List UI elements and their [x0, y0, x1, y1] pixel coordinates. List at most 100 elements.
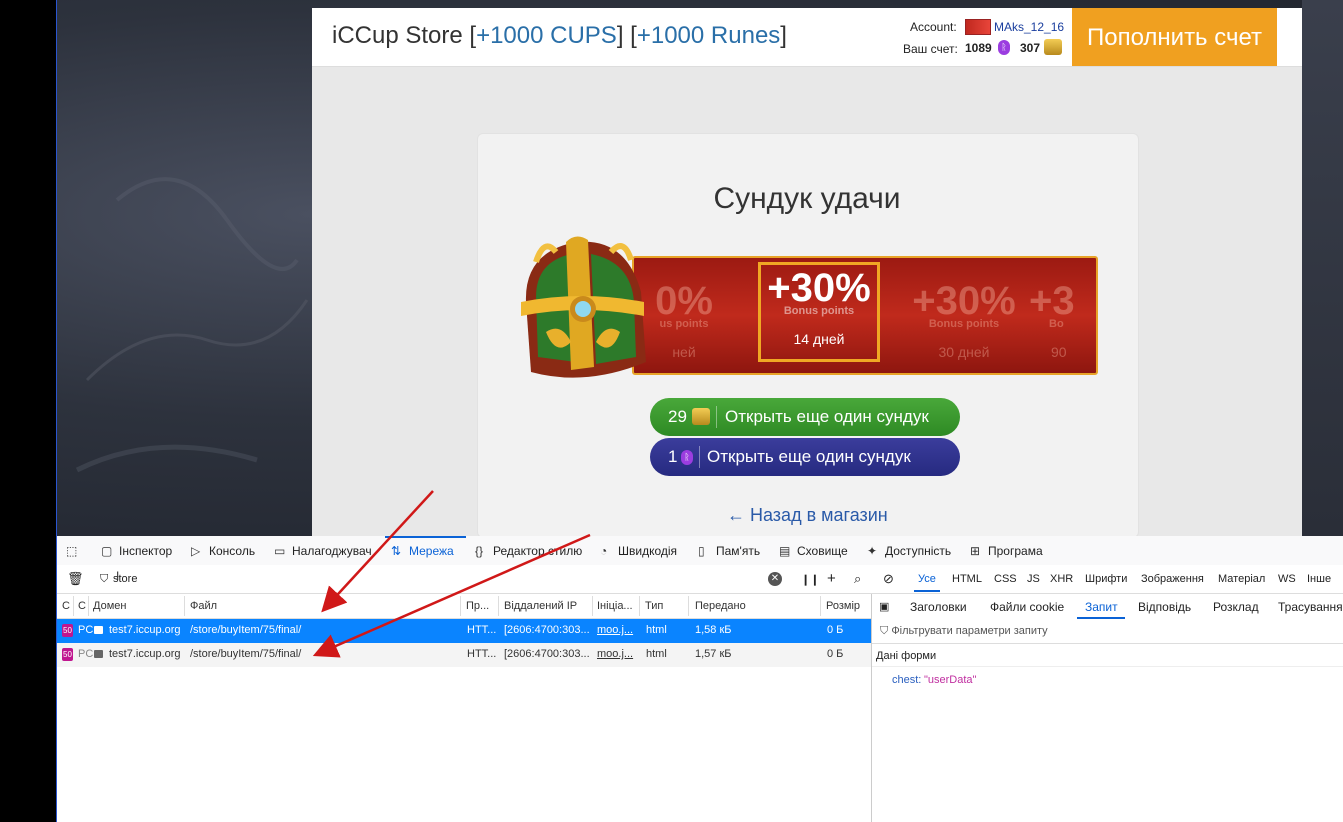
type-filter-js[interactable]: JS	[1027, 573, 1040, 585]
domain-cell: test7.iccup.org	[109, 648, 181, 660]
coins-icon	[1044, 39, 1062, 55]
type-filter-ws[interactable]: WS	[1278, 573, 1296, 585]
tab-accessibility[interactable]: ✦ Доступність	[867, 544, 951, 558]
runes-link[interactable]: +1000 Runes	[637, 22, 780, 49]
tab-memory[interactable]: ▯ Пам'ять	[698, 544, 760, 558]
separator	[716, 406, 717, 428]
type-filter-all[interactable]: Усе	[914, 568, 940, 592]
status-badge: 50	[62, 648, 73, 661]
tab-debugger[interactable]: ▭ Налагоджувач	[274, 544, 372, 558]
tab-style-editor[interactable]: {} Редактор стилю	[475, 544, 582, 558]
column-transferred[interactable]: Передано	[695, 600, 746, 612]
request-params-filter[interactable]: ⛉ Фільтрувати параметри запиту	[880, 625, 1048, 638]
initiator-link[interactable]: moo.j...	[597, 624, 633, 636]
status-badge: 50	[62, 624, 73, 637]
column-divider	[460, 596, 461, 616]
account-label: Account:	[910, 20, 957, 34]
cups-link[interactable]: +1000 CUPS	[476, 22, 617, 49]
inspector-icon: ▢	[101, 544, 113, 558]
type-filter-xhr[interactable]: XHR	[1050, 573, 1073, 585]
coins-icon	[692, 408, 710, 425]
debugger-icon: ▭	[274, 544, 286, 558]
filter-icon: ⛉	[880, 625, 892, 637]
side-tab-cookies[interactable]: Файли cookie	[990, 600, 1064, 614]
side-tab-request[interactable]: Запит	[1085, 600, 1118, 614]
open-chest-cups-button[interactable]: 29 Открыть еще один сундук	[650, 398, 960, 436]
pick-element-icon[interactable]: ⬚	[66, 544, 77, 558]
type-filter-images[interactable]: Зображення	[1141, 573, 1204, 585]
side-tab-timings[interactable]: Розклад	[1213, 600, 1259, 614]
column-type[interactable]: Тип	[645, 600, 663, 612]
block-icon[interactable]: ⊘	[883, 571, 894, 587]
separator	[699, 446, 700, 468]
clear-filter-icon[interactable]: ✕	[768, 572, 782, 586]
column-file[interactable]: Файл	[190, 600, 217, 612]
column-divider	[688, 596, 689, 616]
ip-cell: [2606:4700:303...	[504, 648, 590, 660]
ip-cell: [2606:4700:303...	[504, 624, 590, 636]
size-cell: 0 Б	[827, 624, 844, 636]
form-data-heading: Дані форми	[876, 650, 937, 662]
tab-performance[interactable]: ◔ Швидкодія	[600, 544, 677, 558]
type-cell: html	[646, 624, 667, 636]
side-tab-stack-trace[interactable]: Трасування	[1278, 600, 1343, 614]
divider	[872, 666, 1343, 667]
column-initiator[interactable]: Ініціа...	[597, 600, 633, 612]
cups-cost: 29	[668, 407, 687, 426]
size-cell: 0 Б	[827, 648, 844, 660]
column-method[interactable]: С	[78, 600, 86, 612]
search-icon[interactable]: ⌕	[854, 571, 861, 587]
rune-icon: ᚱ	[681, 450, 693, 465]
topup-button[interactable]: Пополнить счет	[1072, 8, 1277, 66]
transferred-cell: 1,57 кБ	[695, 648, 732, 660]
panel-splitter[interactable]	[871, 594, 872, 822]
column-divider	[592, 596, 593, 616]
card-title: Сундук удачи	[713, 182, 901, 215]
column-remote-ip[interactable]: Віддалений IP	[504, 600, 577, 612]
open-chest-runes-button[interactable]: 1 ᚱ Открыть еще один сундук	[650, 438, 960, 476]
back-to-store-link[interactable]: ← Назад в магазин	[727, 505, 888, 526]
table-row-selected[interactable]: 50 PC test7.iccup.org /store/buyItem/75/…	[57, 619, 871, 643]
side-tab-response[interactable]: Відповідь	[1138, 600, 1191, 614]
type-filter-media[interactable]: Матеріал	[1218, 573, 1265, 585]
type-filter-fonts[interactable]: Шрифти	[1085, 573, 1127, 585]
storage-icon: ▤	[779, 544, 791, 558]
domain-cell: test7.iccup.org	[109, 624, 181, 636]
active-tab-indicator	[385, 536, 466, 538]
type-cell: html	[646, 648, 667, 660]
column-size[interactable]: Розмір	[826, 600, 860, 612]
side-tab-headers[interactable]: Заголовки	[910, 600, 967, 614]
devtools-toolbar: ⬚ ▢ Інспектор ▷ Консоль ▭ Налагоджувач ⇅ Мер…	[57, 536, 1343, 566]
column-divider	[498, 596, 499, 616]
tab-inspector[interactable]: ▢ Інспектор	[101, 544, 172, 558]
tab-storage[interactable]: ▤ Сховище	[779, 544, 848, 558]
treasure-chest-icon	[521, 236, 646, 378]
file-cell: /store/buyItem/75/final/	[190, 648, 302, 660]
runes-balance: 1089	[965, 41, 992, 55]
initiator-link[interactable]: moo.j...	[597, 648, 633, 660]
table-row[interactable]: 50 PC test7.iccup.org /store/buyItem/75/…	[57, 643, 871, 667]
tab-console[interactable]: ▷ Консоль	[191, 544, 255, 558]
console-icon: ▷	[191, 544, 201, 558]
method-cell: PC	[78, 648, 94, 660]
pause-icon[interactable]: ❙❙	[801, 573, 819, 586]
store-title: iCCup Store [+1000 CUPS] [+1000 Runes]	[332, 22, 787, 49]
column-domain[interactable]: Домен	[93, 600, 126, 612]
tab-network[interactable]: ⇅ Мережа	[391, 544, 454, 558]
trash-icon[interactable]: 🗑	[67, 571, 84, 587]
form-param-value: "userData"	[924, 674, 977, 686]
divider	[872, 643, 1343, 644]
type-filter-css[interactable]: CSS	[994, 573, 1017, 585]
type-filter-html[interactable]: HTML	[952, 573, 982, 585]
column-protocol[interactable]: Пр...	[466, 600, 489, 612]
add-icon[interactable]: +	[827, 570, 836, 587]
type-filter-other[interactable]: Інше	[1307, 573, 1331, 585]
column-status[interactable]: С	[62, 600, 70, 612]
tab-application[interactable]: ⊞ Програма	[970, 544, 1043, 558]
rune-icon: ᚱ	[998, 40, 1010, 55]
toggle-sidebar-icon[interactable]: ▣	[879, 600, 889, 613]
lock-icon	[94, 626, 103, 634]
username-link[interactable]: MAks_12_16	[994, 20, 1064, 34]
reward-item: +30% Bonus points 30 дней	[912, 279, 1016, 360]
open-chest-label: Открыть еще один сундук	[725, 407, 929, 426]
